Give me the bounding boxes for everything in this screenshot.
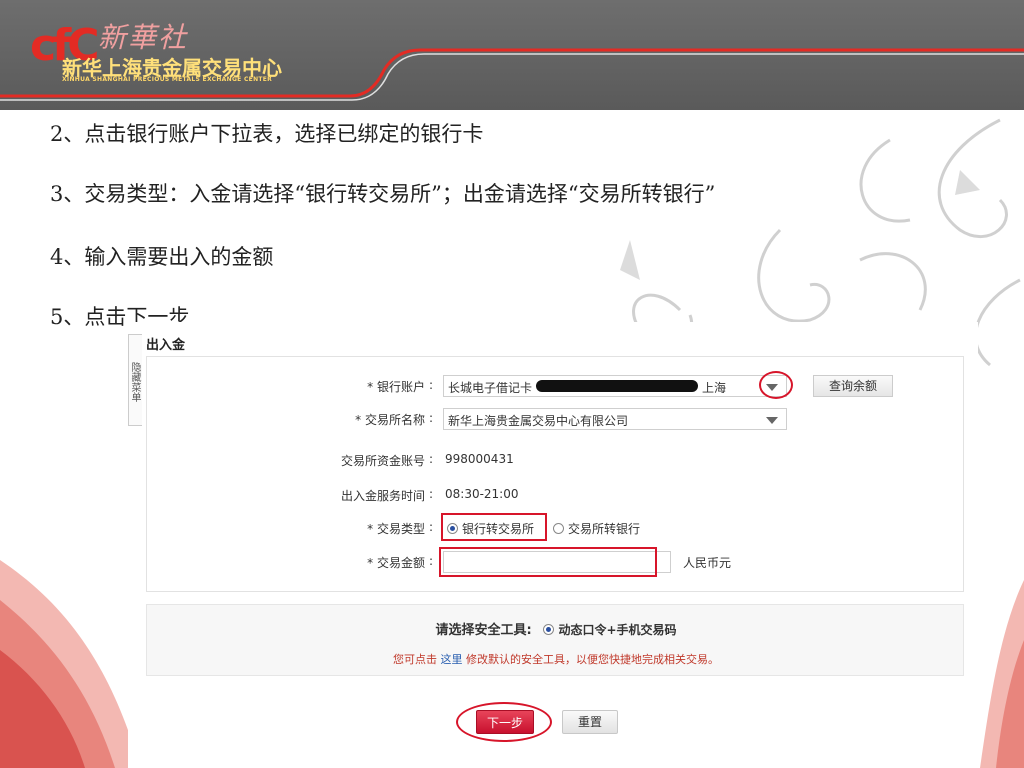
- redacted-card-number: [536, 380, 698, 392]
- step-3-text: 3、交易类型：入金请选择“银行转交易所”；出金请选择“交易所转银行”: [50, 182, 716, 206]
- security-hint: 您可点击 这里 修改默认的安全工具，以便您快捷地完成相关交易。: [147, 651, 965, 667]
- radio-unselected-icon[interactable]: [553, 523, 564, 534]
- colon: :: [429, 520, 434, 534]
- chevron-down-icon[interactable]: [766, 417, 778, 424]
- radio-exchange-to-bank-label: 交易所转银行: [568, 522, 641, 536]
- fund-account-row: 交易所资金账号 : 998000431: [147, 449, 965, 471]
- query-balance-button[interactable]: 查询余额: [813, 375, 893, 397]
- colon: :: [429, 452, 434, 466]
- radio-exchange-to-bank[interactable]: 交易所转银行: [553, 520, 640, 537]
- colon: :: [429, 411, 434, 425]
- amount-unit: 人民币元: [683, 556, 732, 570]
- service-time-label: 出入金服务时间: [340, 489, 425, 503]
- security-hint-prefix: 您可点击: [393, 653, 437, 666]
- trade-type-row: * 交易类型 : 银行转交易所 交易所转银行: [147, 517, 965, 539]
- panel-title: 出入金: [146, 338, 186, 353]
- security-tool-option[interactable]: 动态口令+手机交易码: [543, 623, 677, 637]
- fund-account-label: 交易所资金账号: [340, 454, 425, 468]
- left-wave-decoration: [0, 560, 140, 768]
- transfer-panel: 隐藏菜单 出入金 * 银行账户 : 长城电子借记卡 上海 查询余额 * 交易所名…: [128, 322, 978, 768]
- exchange-name-select[interactable]: 新华上海贵金属交易中心有限公司: [443, 408, 787, 430]
- radio-selected-icon[interactable]: [543, 624, 555, 635]
- xinhua-logo: cfC 新華社 新华上海贵金属交易中心 XINHUA SHANGHAI PREC…: [30, 14, 350, 94]
- service-time-row: 出入金服务时间 : 08:30-21:00: [147, 484, 965, 506]
- bank-account-branch: 上海: [702, 381, 727, 395]
- exchange-name-value: 新华上海贵金属交易中心有限公司: [448, 414, 629, 428]
- logo-name-en: XINHUA SHANGHAI PRECIOUS METALS EXCHANGE…: [62, 76, 273, 83]
- trade-type-label: * 交易类型: [367, 522, 425, 536]
- hide-menu-tab[interactable]: 隐藏菜单: [128, 334, 142, 426]
- colon: :: [429, 487, 434, 501]
- security-tool-line: 请选择安全工具: 动态口令+手机交易码: [147, 619, 965, 638]
- amount-highlight-box: [439, 547, 657, 577]
- transfer-form: * 银行账户 : 长城电子借记卡 上海 查询余额 * 交易所名称 : 新华上海贵…: [146, 356, 964, 592]
- colon: :: [429, 378, 434, 392]
- security-option-label: 动态口令+手机交易码: [558, 623, 677, 637]
- fund-account-value: 998000431: [445, 452, 514, 466]
- step-4-text: 4、输入需要出入的金额: [50, 245, 274, 269]
- exchange-name-row: * 交易所名称 : 新华上海贵金属交易中心有限公司: [147, 408, 965, 430]
- bank-account-value: 长城电子借记卡: [448, 381, 533, 395]
- bank-account-select[interactable]: 长城电子借记卡 上海: [443, 375, 787, 397]
- next-button-highlight-circle: [456, 702, 552, 742]
- amount-label: * 交易金额: [367, 556, 425, 570]
- step-2-text: 2、点击银行账户下拉表，选择已绑定的银行卡: [50, 122, 484, 146]
- security-tool-box: 请选择安全工具: 动态口令+手机交易码 您可点击 这里 修改默认的安全工具，以便…: [146, 604, 964, 676]
- trade-type-highlight-box: [441, 513, 547, 541]
- security-change-link[interactable]: 这里: [441, 653, 463, 666]
- dropdown-highlight-circle: [759, 371, 793, 399]
- security-tool-label: 请选择安全工具:: [435, 623, 532, 638]
- security-hint-suffix: 修改默认的安全工具，以便您快捷地完成相关交易。: [466, 653, 719, 666]
- bank-account-row: * 银行账户 : 长城电子借记卡 上海 查询余额: [147, 375, 965, 397]
- service-time-value: 08:30-21:00: [445, 487, 519, 501]
- reset-button[interactable]: 重置: [562, 710, 618, 734]
- logo-brand-text: 新華社: [98, 21, 189, 54]
- colon: :: [429, 554, 434, 568]
- exchange-name-label: * 交易所名称: [355, 413, 425, 427]
- bank-account-label: * 银行账户: [367, 380, 425, 394]
